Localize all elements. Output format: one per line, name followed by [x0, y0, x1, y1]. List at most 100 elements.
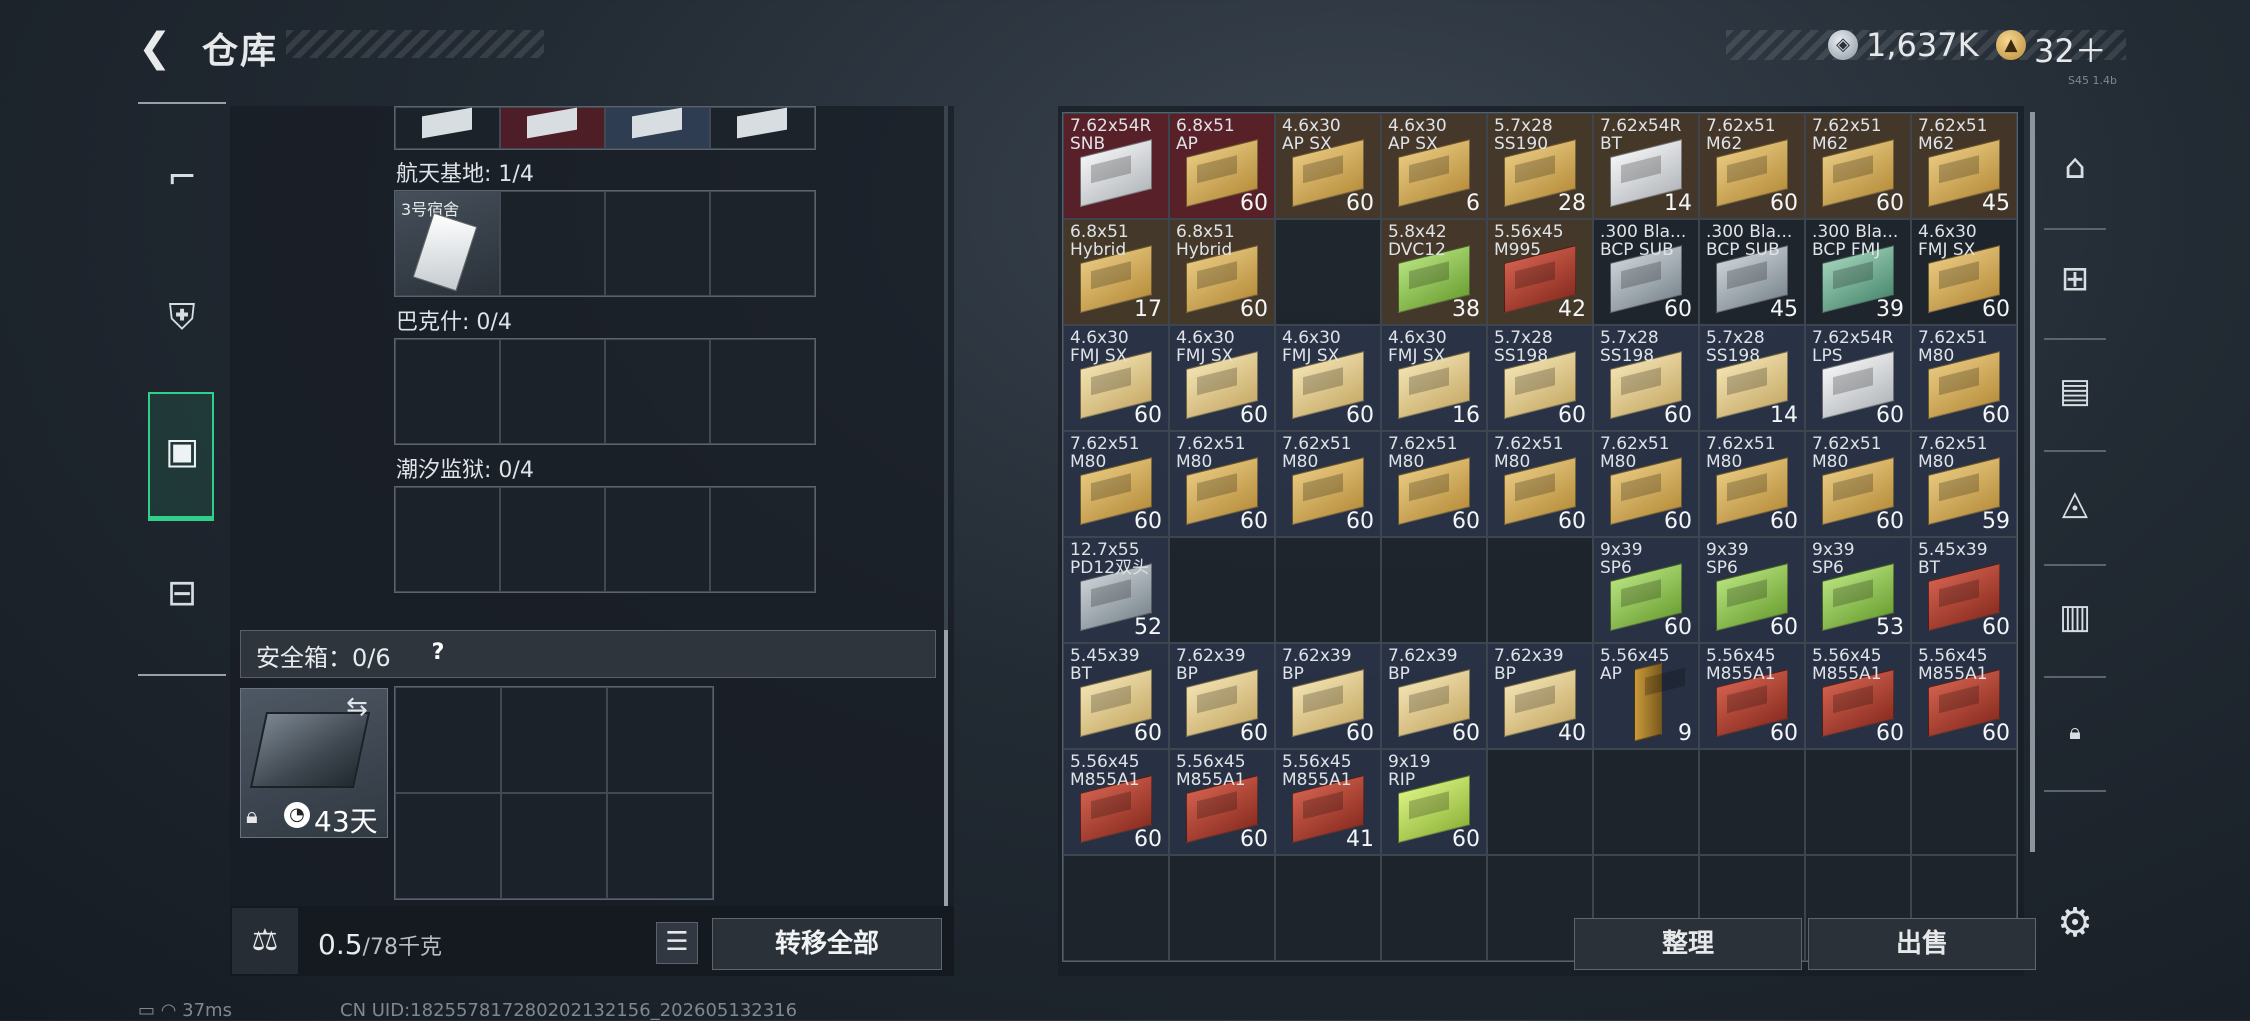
ammo-slot[interactable]: 7.62x54R LPS 60: [1805, 325, 1911, 431]
ticket-icon[interactable]: ▤: [2050, 366, 2100, 416]
key-slot[interactable]: [710, 191, 815, 296]
ammo-slot[interactable]: 5.56x45 M855A1 60: [1699, 643, 1805, 749]
sidebar-item-backpack[interactable]: ▣: [148, 392, 214, 518]
ammo-slot[interactable]: 7.62x39 BP 60: [1275, 643, 1381, 749]
safe-slot[interactable]: [395, 793, 501, 899]
ammo-slot[interactable]: 5.56x45 M855A1 60: [1911, 643, 2017, 749]
ammo-slot[interactable]: 4.6x30 FMJ SX 60: [1169, 325, 1275, 431]
key-slot[interactable]: [605, 107, 710, 149]
key-slot[interactable]: [500, 191, 605, 296]
swap-icon[interactable]: ⇆: [346, 692, 368, 722]
pistol-icon[interactable]: ⌐: [160, 156, 204, 200]
ammo-slot[interactable]: 5.45x39 BT 60: [1911, 537, 2017, 643]
safe-slot[interactable]: [607, 687, 713, 793]
ammo-slot[interactable]: 7.62x51 M80 60: [1487, 431, 1593, 537]
ammo-slot[interactable]: 4.6x30 AP SX 6: [1381, 113, 1487, 219]
ammo-slot[interactable]: 6.8x51 Hybrid 17: [1063, 219, 1169, 325]
ammo-slot[interactable]: 5.56x45 M855A1 60: [1063, 749, 1169, 855]
add-container-icon[interactable]: ⊞: [2050, 254, 2100, 304]
ammo-slot[interactable]: 7.62x51 M80 60: [1169, 431, 1275, 537]
safe-slot[interactable]: [607, 793, 713, 899]
ammo-slot[interactable]: 7.62x51 M80 60: [1805, 431, 1911, 537]
ammo-slot[interactable]: 7.62x51 M80 60: [1911, 325, 2017, 431]
ammo-slot[interactable]: .300 Bla... BCP SUB 45: [1699, 219, 1805, 325]
ammo-slot[interactable]: 12.7x55 PD12双头 52: [1063, 537, 1169, 643]
ammo-slot[interactable]: .300 Bla... BCP FMJ 39: [1805, 219, 1911, 325]
safe-box-help-button[interactable]: ?: [424, 638, 452, 668]
ammo-slot[interactable]: 7.62x51 M80 60: [1699, 431, 1805, 537]
ammo-slot[interactable]: 7.62x51 M80 60: [1593, 431, 1699, 537]
ammo-slot[interactable]: 5.7x28 SS190 28: [1487, 113, 1593, 219]
key-slot[interactable]: [605, 191, 710, 296]
ammo-slot[interactable]: 5.7x28 SS198 14: [1699, 325, 1805, 431]
ammo-slot[interactable]: 7.62x39 BP 40: [1487, 643, 1593, 749]
ammo-slot[interactable]: 9x39 SP6 53: [1805, 537, 1911, 643]
ammo-slot[interactable]: 7.62x39 BP 60: [1381, 643, 1487, 749]
back-button[interactable]: ❮: [138, 26, 182, 70]
empty-slot[interactable]: [1911, 749, 2017, 855]
crate-icon[interactable]: ◬: [2050, 478, 2100, 528]
key-slot[interactable]: [395, 487, 500, 592]
ammo-slot[interactable]: 5.45x39 BT 60: [1063, 643, 1169, 749]
ammo-slot[interactable]: 6.8x51 Hybrid 60: [1169, 219, 1275, 325]
key-item-dorm3[interactable]: 3号宿舍: [395, 191, 500, 296]
key-slot[interactable]: [500, 107, 605, 149]
ammo-slot[interactable]: 7.62x51 M80 59: [1911, 431, 2017, 537]
ammo-slot[interactable]: 9x19 RIP 60: [1381, 749, 1487, 855]
ammo-slot[interactable]: 4.6x30 FMJ SX 60: [1063, 325, 1169, 431]
ammo-slot[interactable]: 6.8x51 AP 60: [1169, 113, 1275, 219]
ammo-slot[interactable]: 7.62x54R BT 14: [1593, 113, 1699, 219]
ammo-slot[interactable]: 7.62x51 M80 60: [1275, 431, 1381, 537]
empty-slot[interactable]: [1593, 749, 1699, 855]
ammo-slot[interactable]: 4.6x30 AP SX 60: [1275, 113, 1381, 219]
ammo-slot[interactable]: 5.56x45 M855A1 60: [1805, 643, 1911, 749]
ammo-slot[interactable]: 7.62x51 M62 60: [1805, 113, 1911, 219]
left-scrollbar-thumb[interactable]: [944, 630, 948, 906]
ammo-slot[interactable]: 5.56x45 M855A1 60: [1169, 749, 1275, 855]
safe-slot[interactable]: [501, 793, 607, 899]
ammo-slot[interactable]: 9x39 SP6 60: [1699, 537, 1805, 643]
empty-slot[interactable]: [1063, 855, 1169, 961]
empty-slot[interactable]: [1275, 855, 1381, 961]
gear-icon[interactable]: ⚙: [2050, 898, 2100, 948]
ammo-slot[interactable]: 5.7x28 SS198 60: [1593, 325, 1699, 431]
ammo-slot[interactable]: 4.6x30 FMJ SX 60: [1275, 325, 1381, 431]
empty-slot[interactable]: [1275, 219, 1381, 325]
empty-slot[interactable]: [1487, 537, 1593, 643]
ammo-slot[interactable]: 5.56x45 M995 42: [1487, 219, 1593, 325]
ammo-slot[interactable]: 5.7x28 SS198 60: [1487, 325, 1593, 431]
empty-slot[interactable]: [1275, 537, 1381, 643]
ammo-slot[interactable]: 5.8x42 DVC12 38: [1381, 219, 1487, 325]
ammo-slot[interactable]: 7.62x39 BP 60: [1169, 643, 1275, 749]
toolbox-icon[interactable]: ⊟: [160, 572, 204, 616]
lock-icon[interactable]: 🔒︎: [2050, 708, 2100, 758]
key-slot[interactable]: [710, 339, 815, 444]
weight-lock-button[interactable]: ⚖: [232, 908, 298, 974]
ammo-slot[interactable]: 4.6x30 FMJ SX 60: [1911, 219, 2017, 325]
ammo-slot[interactable]: 7.62x51 M80 60: [1381, 431, 1487, 537]
ammo-slot[interactable]: 5.56x45 AP 9: [1593, 643, 1699, 749]
ammo-slot[interactable]: 7.62x54R SNB: [1063, 113, 1169, 219]
ammo-slot[interactable]: 4.6x30 FMJ SX 16: [1381, 325, 1487, 431]
sell-button[interactable]: 出售: [1808, 918, 2036, 970]
transfer-all-button[interactable]: 转移全部: [712, 918, 942, 970]
empty-slot[interactable]: [1487, 749, 1593, 855]
empty-slot[interactable]: [1805, 749, 1911, 855]
empty-slot[interactable]: [1381, 855, 1487, 961]
key-slot[interactable]: [605, 487, 710, 592]
list-view-button[interactable]: ☰: [656, 922, 698, 964]
currency-gold-value[interactable]: 32＋: [2034, 26, 2107, 72]
empty-slot[interactable]: [1381, 537, 1487, 643]
key-slot[interactable]: [500, 339, 605, 444]
tidy-button[interactable]: 整理: [1574, 918, 1802, 970]
ammo-slot[interactable]: 5.56x45 M855A1 41: [1275, 749, 1381, 855]
key-slot[interactable]: [710, 107, 815, 149]
ammo-slot[interactable]: 7.62x51 M62 45: [1911, 113, 2017, 219]
empty-slot[interactable]: [1169, 855, 1275, 961]
armor-vest-icon[interactable]: ⛨: [160, 296, 204, 340]
key-slot[interactable]: [395, 339, 500, 444]
key-slot[interactable]: [500, 487, 605, 592]
key-slot[interactable]: [395, 107, 500, 149]
ammo-slot[interactable]: 7.62x51 M80 60: [1063, 431, 1169, 537]
ammo-slot[interactable]: .300 Bla... BCP SUB 60: [1593, 219, 1699, 325]
